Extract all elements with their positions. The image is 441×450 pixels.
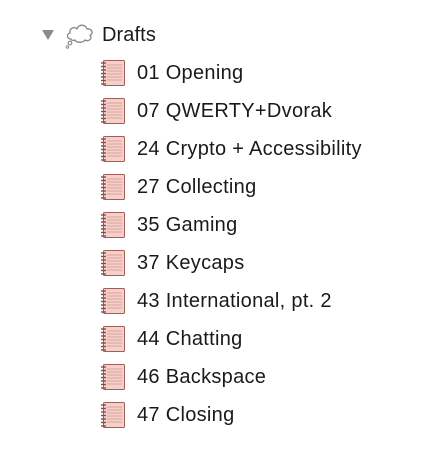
drafts-folder-label: Drafts [102,23,156,46]
document-row-27-collecting[interactable]: 27 Collecting [98,170,257,204]
document-icon [98,58,128,88]
document-icon [98,248,128,278]
document-row-37-keycaps[interactable]: 37 Keycaps [98,246,245,280]
document-icon [98,400,128,430]
drafts-cloud-icon [64,20,96,50]
document-row-44-chatting[interactable]: 44 Chatting [98,322,243,356]
document-label: 46 Backspace [137,365,267,388]
document-icon [98,362,128,392]
document-icon [98,134,128,164]
document-label: 47 Closing [137,403,235,426]
document-label: 44 Chatting [137,327,243,350]
document-label: 37 Keycaps [137,251,245,274]
document-label: 01 Opening [137,61,244,84]
triangle-down-icon[interactable] [38,25,58,45]
document-row-01-opening[interactable]: 01 Opening [98,56,243,90]
document-row-07-qwerty-dvorak[interactable]: 07 QWERTY+Dvorak [98,94,332,128]
document-row-46-backspace[interactable]: 46 Backspace [98,360,266,394]
binder-outline: Drafts 01 Opening 07 QWERTY+Dvorak 24 Cr… [0,0,441,450]
document-icon [98,96,128,126]
document-row-43-international-pt-2[interactable]: 43 International, pt. 2 [98,284,332,318]
drafts-folder-row[interactable]: Drafts [38,18,156,52]
document-row-35-gaming[interactable]: 35 Gaming [98,208,238,242]
document-icon [98,210,128,240]
document-label: 43 International, pt. 2 [137,289,332,312]
document-row-24-crypto-accessibility[interactable]: 24 Crypto + Accessibility [98,132,362,166]
document-label: 27 Collecting [137,175,257,198]
document-icon [98,172,128,202]
document-label: 24 Crypto + Accessibility [137,137,362,160]
document-label: 07 QWERTY+Dvorak [137,99,333,122]
document-icon [98,324,128,354]
document-icon [98,286,128,316]
document-row-47-closing[interactable]: 47 Closing [98,398,235,432]
document-label: 35 Gaming [137,213,238,236]
